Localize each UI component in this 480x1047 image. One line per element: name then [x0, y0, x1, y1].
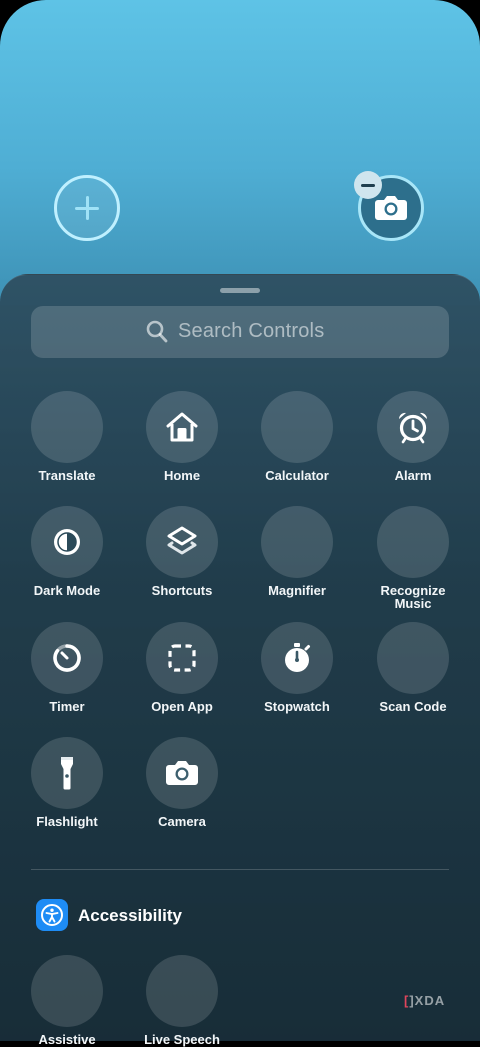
- control-label: Recognize Music: [380, 583, 446, 611]
- magnifier-button[interactable]: [261, 506, 333, 578]
- control-calculator[interactable]: Calculator: [239, 391, 355, 482]
- flashlight-button[interactable]: [31, 737, 103, 809]
- magnifying-glass-icon: [146, 320, 168, 343]
- accessibility-icon: [36, 899, 68, 931]
- camera-icon: [166, 761, 198, 785]
- stacked-layers-icon: [167, 526, 197, 555]
- control-label: Scan Code: [379, 699, 447, 714]
- control-label: Magnifier: [268, 583, 326, 598]
- search-controls-field[interactable]: Search Controls: [31, 306, 449, 358]
- control-label: Camera: [158, 814, 206, 829]
- control-label: Open App: [151, 699, 213, 714]
- search-placeholder: Search Controls: [178, 320, 325, 342]
- control-alarm[interactable]: Alarm: [355, 391, 471, 482]
- control-scan-code[interactable]: Scan Code: [355, 622, 471, 713]
- dashed-square-icon: [168, 644, 196, 672]
- shortcuts-button[interactable]: [146, 506, 218, 578]
- control-label: Stopwatch: [264, 699, 330, 714]
- half-circle-icon: [54, 529, 80, 555]
- control-shortcuts[interactable]: Shortcuts: [124, 506, 240, 597]
- controls-gallery-sheet: Search Controls Translate Home Calculato…: [0, 274, 480, 1046]
- control-timer[interactable]: Timer: [9, 622, 125, 713]
- control-home[interactable]: Home: [124, 391, 240, 482]
- home-button[interactable]: [146, 391, 218, 463]
- flashlight-icon: [61, 757, 73, 790]
- add-control-button[interactable]: [54, 175, 120, 241]
- control-flashlight[interactable]: Flashlight: [9, 737, 125, 828]
- control-label: Dark Mode: [33, 583, 101, 598]
- control-label: Timer: [49, 699, 85, 714]
- alarm-button[interactable]: [377, 391, 449, 463]
- control-translate[interactable]: Translate: [9, 391, 125, 482]
- control-dark-mode[interactable]: Dark Mode: [9, 506, 125, 597]
- xda-watermark: []XDA: [404, 993, 446, 1008]
- control-live-speech[interactable]: Live Speech: [124, 955, 240, 1046]
- timer-icon: [53, 644, 81, 672]
- control-recognize-music[interactable]: Recognize Music: [355, 506, 471, 610]
- open-app-button[interactable]: [146, 622, 218, 694]
- calculator-button[interactable]: [261, 391, 333, 463]
- control-label: Alarm: [394, 468, 432, 483]
- control-label: Translate: [38, 468, 96, 483]
- control-magnifier[interactable]: Magnifier: [239, 506, 355, 597]
- sheet-grabber[interactable]: [220, 288, 260, 293]
- control-camera[interactable]: Camera: [124, 737, 240, 828]
- live-speech-button[interactable]: [146, 955, 218, 1027]
- assistive-button[interactable]: [31, 955, 103, 1027]
- section-divider: [31, 869, 449, 870]
- house-icon: [166, 412, 198, 442]
- camera-button[interactable]: [146, 737, 218, 809]
- alarm-clock-icon: [398, 412, 428, 444]
- minus-icon: [361, 183, 375, 187]
- remove-control-button[interactable]: [354, 171, 382, 199]
- control-label: Calculator: [265, 468, 329, 483]
- control-label: Flashlight: [36, 814, 98, 829]
- control-label: Home: [163, 468, 201, 483]
- camera-icon: [375, 196, 407, 220]
- control-open-app[interactable]: Open App: [124, 622, 240, 713]
- dark-mode-button[interactable]: [31, 506, 103, 578]
- stopwatch-icon: [285, 643, 310, 672]
- translate-button[interactable]: [31, 391, 103, 463]
- scan-code-button[interactable]: [377, 622, 449, 694]
- section-title-accessibility: Accessibility: [78, 906, 182, 925]
- stopwatch-button[interactable]: [261, 622, 333, 694]
- timer-button[interactable]: [31, 622, 103, 694]
- control-label: Shortcuts: [151, 583, 213, 598]
- control-assistive[interactable]: Assistive: [9, 955, 125, 1046]
- recognize-music-button[interactable]: [377, 506, 449, 578]
- control-stopwatch[interactable]: Stopwatch: [239, 622, 355, 713]
